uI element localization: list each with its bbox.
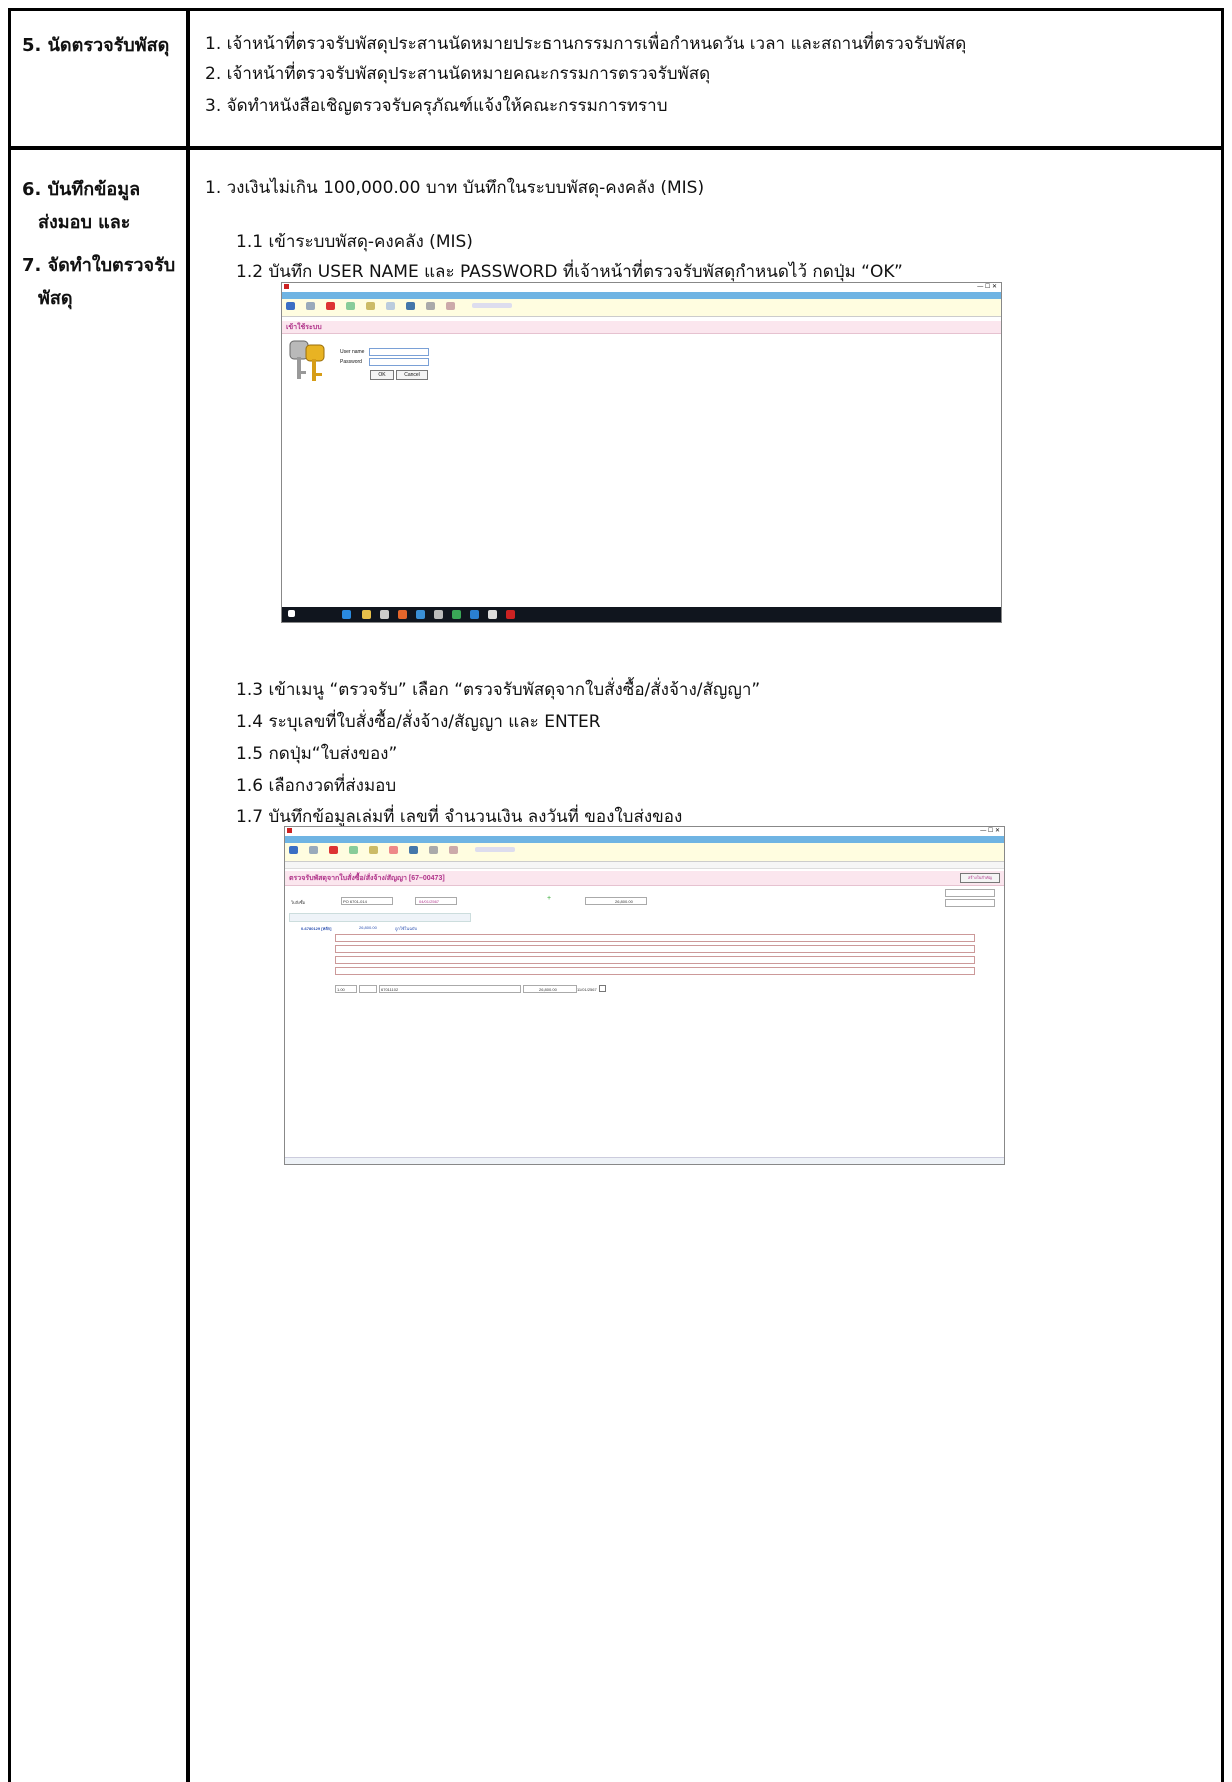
info-row-3: [335, 956, 975, 964]
start-icon: [288, 610, 295, 617]
section7-heading-line1: 7. จัดทำใบตรวจรับ: [22, 255, 176, 276]
calc-icon: [429, 846, 438, 854]
preview-icon: [369, 846, 378, 854]
ie-icon: [416, 610, 425, 619]
preview-icon: [366, 302, 375, 310]
app-toolbar: [285, 843, 1004, 862]
window-titlebar: — ☐ ✕: [282, 283, 1001, 291]
delete-icon: [326, 302, 335, 310]
ref-field-1[interactable]: [945, 889, 995, 897]
nav-arrows-icon: [475, 847, 515, 852]
tab-strip: [285, 862, 1004, 869]
section5-item-2: 2. เจ้าหน้าที่ตรวจรับพัสดุประสานนัดหมายค…: [205, 64, 711, 84]
info-row-4: [335, 967, 975, 975]
record-id: 0-6780129 [หลัก]: [301, 926, 332, 931]
section6-heading-line1: 6. บันทึกข้อมูล: [22, 179, 141, 200]
doc-type-value: ใบสั่งซื้อ: [291, 900, 306, 905]
password-label: Password: [340, 359, 362, 365]
mail-icon: [434, 610, 443, 619]
section6-heading-line2: ส่งมอบ และ: [38, 212, 131, 233]
delivery-book-field[interactable]: [359, 985, 377, 993]
step-1-1: 1.1 เข้าระบบพัสดุ-คงคลัง (MIS): [236, 232, 473, 252]
login-screenshot: — ☐ ✕ เข้าใช้ระบบ User name Password OK …: [281, 282, 1002, 623]
store-icon: [380, 610, 389, 619]
app-toolbar: [282, 299, 1001, 317]
folder-icon: [362, 610, 371, 619]
create-voucher-button[interactable]: สร้างใบสำคัญ: [960, 873, 1000, 883]
table-row-divider: [8, 146, 1224, 150]
nav-arrows-icon: [472, 303, 512, 308]
step-1-3: 1.3 เข้าเมนู “ตรวจรับ” เลือก “ตรวจรับพัส…: [236, 680, 761, 700]
receive-title-strip: ตรวจรับพัสดุจากใบสั่งซื้อ/สั่งจ้าง/สัญญา…: [285, 871, 1004, 886]
window-titlebar: — ☐ ✕: [285, 827, 1004, 835]
app-icon: [470, 610, 479, 619]
table-top-border: [8, 8, 1224, 11]
print-icon: [349, 846, 358, 854]
save-icon: [286, 302, 295, 310]
delivery-date-value: 11/01/2567: [577, 987, 597, 992]
export-icon: [389, 846, 398, 854]
table-column-divider: [186, 8, 190, 1782]
app-menubar: [285, 836, 1004, 843]
status-bar: [285, 1157, 1004, 1164]
info-row-1: [335, 934, 975, 942]
app-menubar: [282, 292, 1001, 299]
step-1-4: 1.4 ระบุเลขที่ใบสั่งซื้อ/สั่งจ้าง/สัญญา …: [236, 712, 601, 732]
export-icon: [386, 302, 395, 310]
photos-icon: [488, 610, 497, 619]
delivery-no-value: 67011102: [381, 987, 399, 992]
flag-icon: [409, 846, 418, 854]
password-input[interactable]: [369, 358, 429, 366]
flag-icon: [406, 302, 415, 310]
add-icon[interactable]: +: [547, 895, 553, 902]
info-row-2: [335, 945, 975, 953]
ref-field-2[interactable]: [945, 899, 995, 907]
delivery-amount-value: 26,800.00: [539, 987, 557, 992]
table-right-border: [1221, 8, 1224, 1782]
refresh-icon: [309, 846, 318, 854]
section5-item-3: 3. จัดทำหนังสือเชิญตรวจรับครุภัณฑ์แจ้งให…: [205, 96, 668, 116]
step-1-2: 1.2 บันทึก USER NAME และ PASSWORD ที่เจ้…: [236, 262, 903, 282]
print-icon: [346, 302, 355, 310]
search-icon: [449, 846, 458, 854]
save-icon: [289, 846, 298, 854]
installment-value: 1.00: [337, 987, 345, 992]
doc-no-value: PO 6701-014: [343, 899, 367, 904]
delete-icon: [329, 846, 338, 854]
amount-value: 26,800.00: [615, 899, 633, 904]
delivery-note-actions[interactable]: [289, 913, 471, 922]
login-title: เข้าใช้ระบบ: [286, 324, 322, 331]
record-status: ถูกใช้ในฉบับ: [395, 926, 418, 931]
chrome-icon: [452, 610, 461, 619]
step-1-6: 1.6 เลือกงวดที่ส่งมอบ: [236, 776, 397, 796]
username-label: User name: [340, 349, 365, 355]
receive-screenshot: — ☐ ✕ ตรวจรับพัสดุจากใบสั่งซื้อ/สั่งจ้าง…: [284, 826, 1005, 1165]
step-1-5: 1.5 กดปุ่ม“ใบส่งของ”: [236, 744, 398, 764]
refresh-icon: [306, 302, 315, 310]
username-input[interactable]: [369, 348, 429, 356]
login-title-strip: เข้าใช้ระบบ: [282, 321, 1001, 334]
windows-taskbar: [282, 607, 1001, 622]
section6-intro: 1. วงเงินไม่เกิน 100,000.00 บาท บันทึกใน…: [205, 178, 705, 198]
receive-title: ตรวจรับพัสดุจากใบสั่งซื้อ/สั่งจ้าง/สัญญา…: [289, 875, 445, 882]
keys-icon: [289, 340, 325, 381]
section5-item-1: 1. เจ้าหน้าที่ตรวจรับพัสดุประสานนัดหมายป…: [205, 34, 967, 54]
delivery-no-field[interactable]: [379, 985, 521, 993]
table-left-border: [8, 8, 11, 1782]
search-icon: [446, 302, 455, 310]
ok-button[interactable]: OK: [370, 370, 394, 380]
section7-heading-line2: พัสดุ: [38, 288, 73, 309]
doc-date-value: 04/01/2567: [419, 899, 440, 904]
edge-icon: [342, 610, 351, 619]
mis-app-icon: [506, 610, 515, 619]
calc-icon: [426, 302, 435, 310]
record-amount: 26,800.00: [359, 925, 377, 930]
calendar-icon[interactable]: [599, 985, 606, 992]
firefox-icon: [398, 610, 407, 619]
section5-heading: 5. นัดตรวจรับพัสดุ: [22, 35, 170, 56]
cancel-button[interactable]: Cancel: [396, 370, 428, 380]
